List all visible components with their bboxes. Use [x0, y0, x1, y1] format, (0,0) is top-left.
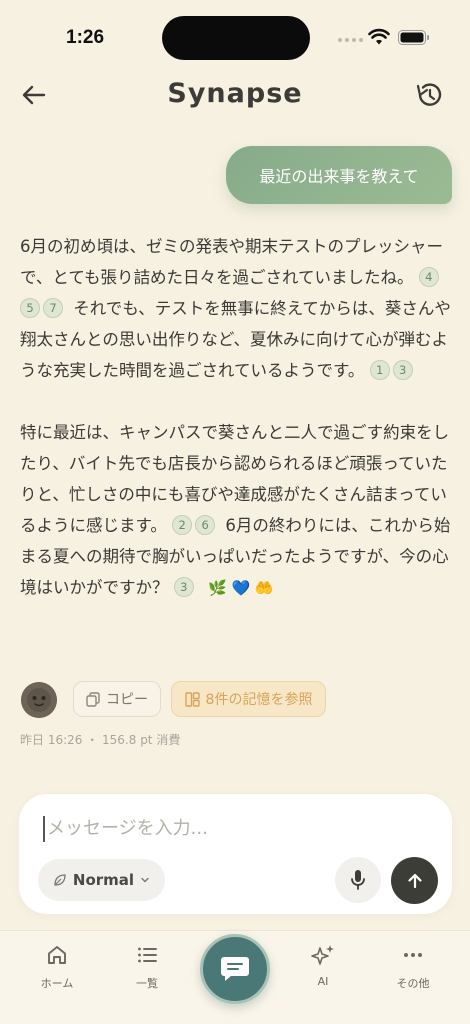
- citation-badge[interactable]: 5: [20, 298, 40, 318]
- emoji-reaction: 🌿 💙 🤲: [208, 579, 274, 597]
- leaf-icon: [54, 874, 66, 886]
- citation-group: 3: [173, 577, 202, 597]
- assistant-paragraph: 特に最近は、キャンパスで葵さんと二人で過ごす約束をしたり、バイト先でも店長から認…: [20, 417, 452, 604]
- citation-badge[interactable]: 7: [43, 298, 63, 318]
- assistant-avatar: [21, 682, 57, 718]
- nav-list-label: 一覧: [136, 977, 158, 990]
- nav-ai-label: AI: [317, 975, 329, 988]
- status-bar: 1:26: [0, 0, 470, 76]
- citation-badge[interactable]: 4: [418, 267, 439, 287]
- citation-badge[interactable]: 3: [173, 577, 194, 597]
- citation-badge[interactable]: 3: [392, 360, 413, 380]
- user-message-bubble: 最近の出来事を教えて: [226, 146, 452, 204]
- copy-button[interactable]: コピー: [73, 681, 161, 717]
- mode-label: Normal: [72, 871, 135, 889]
- citation-badge[interactable]: 2: [172, 515, 193, 535]
- wifi-icon: [368, 28, 390, 45]
- page-title: Synapse: [167, 78, 303, 109]
- composer: Normal: [19, 794, 452, 914]
- citation-group: 26: [172, 515, 223, 535]
- bottom-navigation: ホーム 一覧 AI その他: [0, 930, 470, 1024]
- arrow-up-icon: [407, 873, 422, 888]
- citation-group: 13: [369, 360, 416, 380]
- assistant-message: 6月の初め頃は、ゼミの発表や期末テストのプレッシャーで、とても張り詰めた日々を過…: [20, 231, 452, 635]
- nav-ai[interactable]: AI: [288, 943, 358, 988]
- copy-icon: [86, 691, 100, 707]
- battery-icon: [398, 30, 429, 45]
- nav-home-label: ホーム: [40, 977, 74, 990]
- status-time: 1:26: [66, 27, 105, 48]
- citation-badge[interactable]: 1: [369, 360, 390, 380]
- mode-selector[interactable]: Normal: [38, 859, 165, 901]
- sparkles-icon: [311, 945, 334, 965]
- home-icon: [48, 946, 66, 964]
- chevron-down-icon: [141, 877, 149, 883]
- message-meta: 昨日 16:26 ・ 156.8 pt 消費: [20, 733, 181, 747]
- mic-icon: [351, 870, 365, 890]
- citation-badge[interactable]: 6: [195, 515, 216, 535]
- memory-icon: [184, 691, 200, 707]
- chat-fab[interactable]: [200, 934, 270, 1004]
- nav-more-label: その他: [396, 977, 430, 990]
- nav-list[interactable]: 一覧: [112, 943, 182, 991]
- list-icon: [138, 947, 157, 963]
- user-message-text: 最近の出来事を教えて: [259, 167, 419, 186]
- message-input[interactable]: [43, 808, 423, 848]
- send-button[interactable]: [391, 857, 438, 904]
- message-text: 6月の初め頃は、ゼミの発表や期末テストのプレッシャーで、とても張り詰めた日々を過…: [20, 237, 443, 287]
- signal-icon: [338, 38, 363, 42]
- dynamic-island: [162, 16, 310, 60]
- assistant-paragraph: 6月の初め頃は、ゼミの発表や期末テストのプレッシャーで、とても張り詰めた日々を過…: [20, 231, 452, 386]
- copy-label: コピー: [106, 692, 148, 708]
- text-caret: [43, 816, 45, 842]
- mic-button[interactable]: [335, 857, 381, 903]
- history-icon[interactable]: [412, 78, 446, 112]
- nav-more[interactable]: その他: [378, 943, 448, 991]
- nav-home[interactable]: ホーム: [22, 943, 92, 991]
- memory-reference-button[interactable]: 8件の記憶を参照: [171, 681, 326, 717]
- memory-label: 8件の記憶を参照: [205, 692, 313, 708]
- chat-bubble-icon: [221, 957, 249, 981]
- more-dots-icon: [404, 953, 422, 957]
